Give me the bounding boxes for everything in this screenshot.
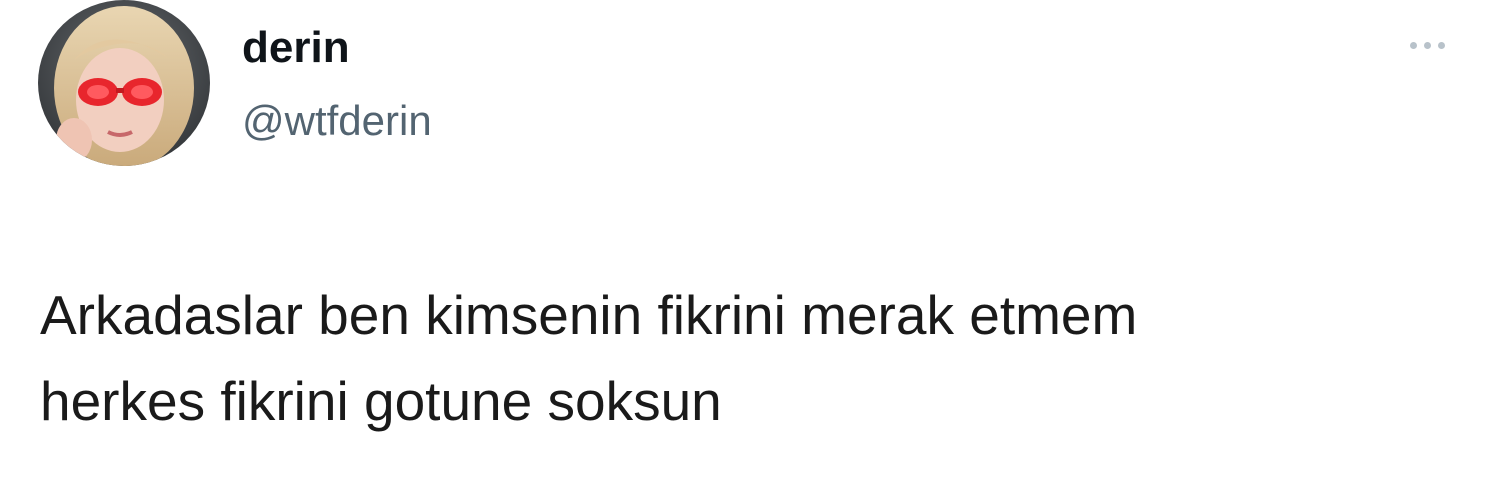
more-options-button[interactable] <box>1392 30 1462 60</box>
more-horizontal-icon <box>1423 41 1431 49</box>
display-name[interactable]: derin <box>242 22 432 74</box>
more-horizontal-icon <box>1437 41 1445 49</box>
tweet-header: derin @wtfderin <box>242 22 432 146</box>
avatar[interactable] <box>38 0 210 166</box>
user-handle[interactable]: @wtfderin <box>242 96 432 146</box>
tweet-text-line: herkes fikrini gotune soksun <box>40 370 722 432</box>
tweet-text: Arkadaslar ben kimsenin fikrini merak et… <box>40 272 1460 444</box>
more-horizontal-icon <box>1409 41 1417 49</box>
tweet-card[interactable]: derin @wtfderin Arkadaslar ben kimsenin … <box>0 0 1500 499</box>
profile-photo-icon <box>38 0 210 166</box>
tweet-text-line: Arkadaslar ben kimsenin fikrini merak et… <box>40 284 1138 346</box>
